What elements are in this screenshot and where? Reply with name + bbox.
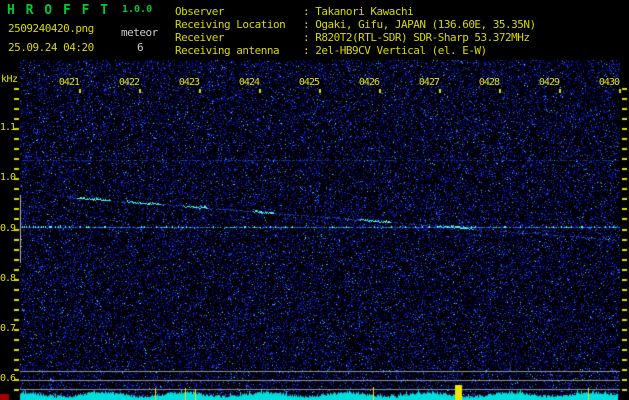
freq-tick-label: 0.7: [0, 323, 16, 334]
freq-tick-label: 1.0: [0, 172, 16, 183]
time-tick-label: 0423: [178, 77, 200, 88]
time-tick-label: 0427: [418, 77, 440, 88]
freq-tick-label: 0.6: [0, 373, 16, 384]
time-tick-label: 0426: [358, 77, 380, 88]
echo-count: 6: [137, 41, 144, 54]
info-colon: :: [303, 31, 316, 44]
time-tick-label: 0428: [478, 77, 500, 88]
hrofft-output: H R O F F T 1.0.0 2509240420.png meteor …: [0, 0, 629, 400]
app-version: 1.0.0: [122, 4, 153, 15]
info-colon: :: [303, 5, 316, 18]
info-colon: :: [303, 44, 316, 57]
time-tick-label: 0424: [238, 77, 260, 88]
info-value: R820T2(RTL-SDR) SDR-Sharp 53.372MHz: [315, 31, 530, 44]
time-tick-label: 0430: [598, 77, 620, 88]
observer-info: Observer: Takanori Kawachi Receiving Loca…: [175, 6, 536, 58]
info-value: 2el-HB9CV Vertical (el. E-W): [315, 44, 487, 57]
time-tick-label: 0425: [298, 77, 320, 88]
app-title: H R O F F T: [7, 3, 110, 18]
output-filename: 2509240420.png: [8, 22, 94, 35]
date-time: 25.09.24 04:20: [8, 41, 94, 54]
info-label: Receiving antenna: [175, 44, 280, 57]
info-label: Receiving Location: [175, 18, 286, 31]
info-label: Receiver: [175, 31, 224, 44]
time-tick-label: 0429: [538, 77, 560, 88]
time-tick-label: 0421: [58, 77, 80, 88]
info-value: Ogaki, Gifu, JAPAN (136.60E, 35.35N): [315, 18, 536, 31]
info-row: Receiving antenna: 2el-HB9CV Vertical (e…: [175, 45, 536, 58]
info-colon: :: [303, 18, 316, 31]
freq-unit-label: kHz: [1, 74, 18, 85]
mode-label: meteor: [121, 26, 158, 39]
freq-tick-label: 0.8: [0, 273, 16, 284]
info-label: Observer: [175, 5, 224, 18]
freq-tick-label: 1.1: [0, 122, 16, 133]
time-tick-label: 0422: [118, 77, 140, 88]
freq-tick-label: 0.9: [0, 223, 16, 234]
info-value: Takanori Kawachi: [315, 5, 414, 18]
spectrogram-canvas: [0, 0, 629, 400]
